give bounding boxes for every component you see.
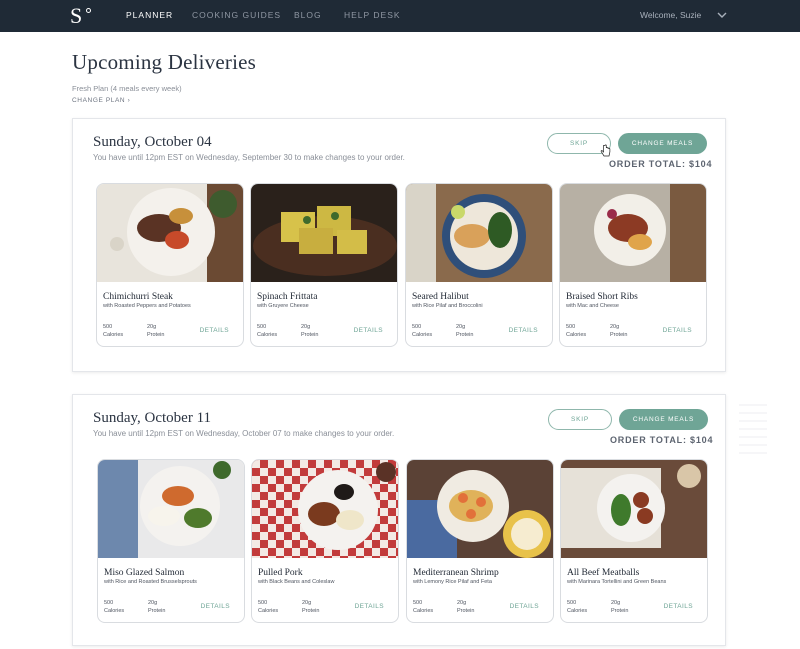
delivery-date: Sunday, October 04: [93, 134, 212, 150]
meal-side: with Marinara Tortellini and Green Beans: [567, 579, 667, 585]
calories-label: Calories: [567, 608, 588, 614]
meal-card[interactable]: Mediterranean Shrimp with Lemony Rice Pi…: [406, 459, 554, 623]
meal-photo: [98, 460, 244, 558]
meal-photo: [407, 460, 553, 558]
meal-side: with Mac and Cheese: [566, 303, 619, 309]
meal-photo: [251, 184, 397, 282]
meal-card[interactable]: Chimichurri Steak with Roasted Peppers a…: [96, 183, 244, 347]
meal-card[interactable]: Seared Halibut with Rice Pilaf and Brocc…: [405, 183, 553, 347]
order-total: ORDER TOTAL: $104: [610, 435, 714, 445]
calories-label: Calories: [258, 608, 279, 614]
meal-name: Braised Short Ribs: [566, 292, 638, 302]
plan-description: Fresh Plan (4 meals every week): [72, 84, 182, 93]
meal-side: with Rice and Roasted Brusselsprouts: [104, 579, 197, 585]
meal-name: Pulled Pork: [258, 568, 303, 578]
protein-label: Protein: [302, 608, 320, 614]
meal-name: Spinach Frittata: [257, 292, 318, 302]
meal-side: with Gruyere Cheese: [257, 303, 309, 309]
meal-name: Chimichurri Steak: [103, 292, 173, 302]
meal-photo: [97, 184, 243, 282]
details-link[interactable]: DETAILS: [510, 603, 539, 610]
calories-value: 500: [412, 324, 422, 330]
meal-card[interactable]: Miso Glazed Salmon with Rice and Roasted…: [97, 459, 245, 623]
protein-value: 20g: [301, 324, 311, 330]
order-total: ORDER TOTAL: $104: [609, 159, 713, 169]
nav-help-desk[interactable]: HELP DESK: [344, 10, 401, 20]
details-link[interactable]: DETAILS: [663, 327, 692, 334]
calories-value: 500: [103, 324, 113, 330]
delivery-panel: Sunday, October 04 You have until 12pm E…: [72, 118, 726, 372]
calories-label: Calories: [103, 332, 124, 338]
protein-label: Protein: [610, 332, 628, 338]
meal-name: Seared Halibut: [412, 292, 469, 302]
details-link[interactable]: DETAILS: [355, 603, 384, 610]
meal-card[interactable]: Pulled Pork with Black Beans and Colesla…: [251, 459, 399, 623]
calories-label: Calories: [412, 332, 433, 338]
calories-label: Calories: [257, 332, 278, 338]
chevron-down-icon[interactable]: [717, 11, 727, 19]
protein-label: Protein: [611, 608, 629, 614]
meal-photo: [560, 184, 706, 282]
nav-blog[interactable]: BLOG: [294, 10, 322, 20]
details-link[interactable]: DETAILS: [200, 327, 229, 334]
calories-value: 500: [258, 600, 268, 606]
protein-label: Protein: [148, 608, 166, 614]
nav-planner[interactable]: PLANNER: [126, 10, 173, 20]
meal-photo: [561, 460, 707, 558]
details-link[interactable]: DETAILS: [509, 327, 538, 334]
protein-value: 20g: [302, 600, 312, 606]
calories-label: Calories: [104, 608, 125, 614]
protein-value: 20g: [456, 324, 466, 330]
top-nav: S PLANNER COOKING GUIDES BLOG HELP DESK …: [0, 0, 800, 32]
delivery-note: You have until 12pm EST on Wednesday, Se…: [93, 153, 405, 162]
protein-value: 20g: [148, 600, 158, 606]
meal-card[interactable]: All Beef Meatballs with Marinara Tortell…: [560, 459, 708, 623]
change-meals-button[interactable]: CHANGE MEALS: [618, 133, 707, 154]
skip-button[interactable]: SKIP: [548, 409, 612, 430]
meal-name: Miso Glazed Salmon: [104, 568, 185, 578]
change-meals-button[interactable]: CHANGE MEALS: [619, 409, 708, 430]
calories-value: 500: [567, 600, 577, 606]
change-plan-link[interactable]: CHANGE PLAN ›: [72, 97, 130, 104]
meal-photo: [406, 184, 552, 282]
delivery-note: You have until 12pm EST on Wednesday, Oc…: [93, 429, 395, 438]
calories-label: Calories: [566, 332, 587, 338]
calories-value: 500: [104, 600, 114, 606]
details-link[interactable]: DETAILS: [664, 603, 693, 610]
hand-cursor-icon: [600, 144, 611, 157]
delivery-panel: Sunday, October 11 You have until 12pm E…: [72, 394, 726, 646]
meal-side: with Rice Pilaf and Broccolini: [412, 303, 483, 309]
logo[interactable]: S: [70, 4, 98, 28]
protein-label: Protein: [301, 332, 319, 338]
protein-label: Protein: [147, 332, 165, 338]
decorative-lines: [739, 404, 767, 454]
meal-name: All Beef Meatballs: [567, 568, 640, 578]
meal-side: with Lemony Rice Pilaf and Feta: [413, 579, 492, 585]
details-link[interactable]: DETAILS: [354, 327, 383, 334]
protein-value: 20g: [147, 324, 157, 330]
meal-card[interactable]: Braised Short Ribs with Mac and Cheese 5…: [559, 183, 707, 347]
page-title: Upcoming Deliveries: [72, 50, 257, 74]
calories-value: 500: [413, 600, 423, 606]
nav-cooking-guides[interactable]: COOKING GUIDES: [192, 10, 281, 20]
calories-value: 500: [257, 324, 267, 330]
calories-label: Calories: [413, 608, 434, 614]
meal-side: with Black Beans and Coleslaw: [258, 579, 335, 585]
calories-value: 500: [566, 324, 576, 330]
protein-label: Protein: [457, 608, 475, 614]
meal-side: with Roasted Peppers and Potatoes: [103, 303, 191, 309]
meal-photo: [252, 460, 398, 558]
protein-value: 20g: [457, 600, 467, 606]
protein-label: Protein: [456, 332, 474, 338]
protein-value: 20g: [610, 324, 620, 330]
delivery-date: Sunday, October 11: [93, 410, 212, 426]
details-link[interactable]: DETAILS: [201, 603, 230, 610]
protein-value: 20g: [611, 600, 621, 606]
meal-card[interactable]: Spinach Frittata with Gruyere Cheese 500…: [250, 183, 398, 347]
meal-name: Mediterranean Shrimp: [413, 568, 499, 578]
welcome-text[interactable]: Welcome, Suzie: [640, 10, 701, 20]
